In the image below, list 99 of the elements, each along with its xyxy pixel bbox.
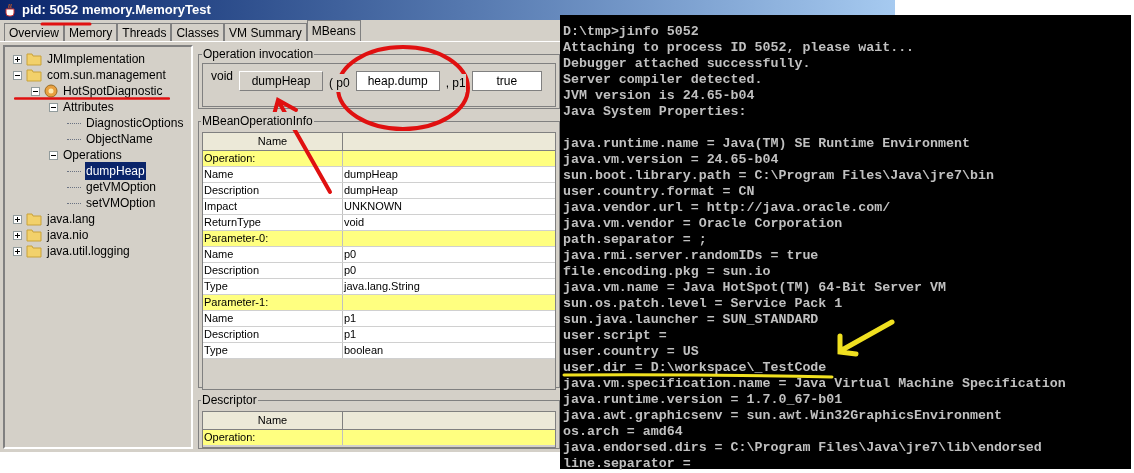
column-header[interactable]: [343, 133, 555, 151]
highlight-underline: [40, 21, 92, 27]
tree-item[interactable]: HotSpotDiagnostic: [62, 82, 164, 100]
table-cell-text: dumpHeap: [344, 167, 398, 183]
folder-icon: [26, 68, 42, 82]
console-line: java.vm.name = Java HotSpot(TM) 64-Bit Server VM: [563, 280, 946, 295]
tree-item[interactable]: setVMOption: [85, 194, 157, 212]
console-line: java.vm.vendor = Oracle Corporation: [563, 216, 843, 231]
console-line: D:\tmp>jinfo 5052: [563, 24, 699, 39]
tree-item[interactable]: Attributes: [62, 98, 115, 116]
return-type: void: [211, 68, 233, 85]
tab[interactable]: Overview: [4, 23, 64, 41]
table-cell-text: Description: [204, 183, 260, 199]
table-cell-text: Name: [204, 311, 234, 327]
console-line: java.vendor.url = http://java.oracle.com/: [563, 200, 891, 215]
tab[interactable]: Classes: [171, 23, 225, 41]
section-header: Parameter-1:: [204, 295, 269, 311]
tree-item[interactable]: JMImplementation: [46, 50, 147, 68]
table-cell-text: Description: [204, 327, 260, 343]
console-line: Java System Properties:: [563, 104, 747, 119]
console-line: user.country = US: [563, 344, 699, 359]
expand-icon[interactable]: [13, 214, 22, 224]
parameter-field[interactable]: heap.dump: [355, 71, 440, 91]
tree-item[interactable]: dumpHeap: [85, 162, 146, 180]
cup-icon: [4, 3, 18, 17]
folder-icon: [26, 228, 42, 242]
column-header[interactable]: Name: [203, 412, 343, 430]
table-cell-text: dumpHeap: [344, 183, 398, 199]
section-header: Parameter-0:: [204, 231, 269, 247]
table-cell-text: Name: [204, 247, 234, 263]
tab[interactable]: MBeans: [306, 20, 361, 41]
table-cell-text: Description: [204, 263, 260, 279]
tree-item[interactable]: java.nio: [46, 226, 90, 244]
group-title: MBeanOperationInfo: [201, 112, 314, 130]
console-line: user.country.format = CN: [563, 184, 755, 199]
console-line: os.arch = amd64: [563, 424, 683, 439]
column-header[interactable]: Name: [203, 133, 343, 151]
console-line: line.separator =: [563, 456, 691, 471]
console-line: java.runtime.version = 1.7.0_67-b01: [563, 392, 843, 407]
section-header: Operation:: [204, 151, 256, 167]
console-line: user.dir = D:\workspace\_TestCode: [563, 360, 827, 375]
table-cell-text: ReturnType: [204, 215, 261, 231]
tree-item[interactable]: getVMOption: [85, 178, 158, 196]
console-line: JVM version is 24.65-b04: [563, 88, 755, 103]
console-line: file.encoding.pkg = sun.io: [563, 264, 771, 279]
console-line: java.runtime.name = Java(TM) SE Runtime Environment: [563, 136, 970, 151]
table-cell-text: UNKNOWN: [344, 199, 403, 215]
window-title: pid: 5052 memory.MemoryTest: [22, 1, 211, 20]
console-line: java.vm.version = 24.65-b04: [563, 152, 779, 167]
console-line: Attaching to process ID 5052, please wait...: [563, 40, 915, 55]
table-cell-text: Type: [204, 343, 228, 359]
expand-icon[interactable]: [13, 246, 22, 256]
console-line: java.rmi.server.randomIDs = true: [563, 248, 819, 263]
table-cell-text: Name: [204, 167, 234, 183]
table-cell-text: java.lang.String: [344, 279, 420, 295]
table-cell-text: void: [344, 215, 365, 231]
parameter-label: ( p0: [329, 74, 350, 92]
parameter-label: , p1: [445, 74, 466, 92]
collapse-icon[interactable]: [49, 102, 58, 112]
console-line: sun.boot.library.path = C:\Program Files\Java\jre7\bin: [563, 168, 994, 183]
folder-icon: [26, 52, 42, 66]
console-line: Server compiler detected.: [563, 72, 763, 87]
table-cell-text: boolean: [344, 343, 384, 359]
parameter-field[interactable]: true: [471, 71, 542, 91]
collapse-icon[interactable]: [13, 70, 22, 80]
bean-icon: [44, 84, 58, 98]
invoke-button[interactable]: dumpHeap: [239, 71, 323, 91]
tree-item[interactable]: com.sun.management: [46, 66, 167, 84]
tab[interactable]: VM Summary: [224, 23, 307, 41]
folder-icon: [26, 212, 42, 226]
table-cell-text: p0: [344, 263, 357, 279]
collapse-icon[interactable]: [49, 150, 58, 160]
folder-icon: [26, 244, 42, 258]
section-header: Operation:: [204, 430, 256, 446]
expand-icon[interactable]: [13, 54, 22, 64]
console-line: java.vm.specification.name = Java Virtual Machine Specification: [563, 376, 1066, 391]
tree-item[interactable]: java.util.logging: [46, 242, 131, 260]
console-line: sun.os.patch.level = Service Pack 1: [563, 296, 843, 311]
table-cell-text: p1: [344, 311, 357, 327]
table-cell-text: Type: [204, 279, 228, 295]
console-line: path.separator = ;: [563, 232, 707, 247]
tab[interactable]: Threads: [117, 23, 172, 41]
column-header[interactable]: [343, 412, 555, 430]
collapse-icon[interactable]: [31, 86, 40, 96]
table-cell-text: p1: [344, 327, 357, 343]
expand-icon[interactable]: [13, 230, 22, 240]
group-title: Operation invocation: [202, 46, 315, 63]
console-line: java.endorsed.dirs = C:\Program Files\Java\jre7\lib\endorsed: [563, 440, 1042, 455]
table-cell-text: Impact: [204, 199, 237, 215]
console-line: user.script =: [563, 328, 667, 343]
console-line: sun.java.launcher = SUN_STANDARD: [563, 312, 819, 327]
console-line: java.awt.graphicsenv = sun.awt.Win32GraphicsEnvironment: [563, 408, 1002, 423]
console-line: Debugger attached successfully.: [563, 56, 811, 71]
tree-item[interactable]: java.lang: [46, 210, 97, 228]
tree-item[interactable]: DiagnosticOptions: [85, 114, 185, 132]
group-title: Descriptor: [201, 392, 258, 409]
tree-item[interactable]: Operations: [62, 146, 123, 164]
table-cell-text: p0: [344, 247, 357, 263]
tree-item[interactable]: ObjectName: [85, 130, 154, 148]
